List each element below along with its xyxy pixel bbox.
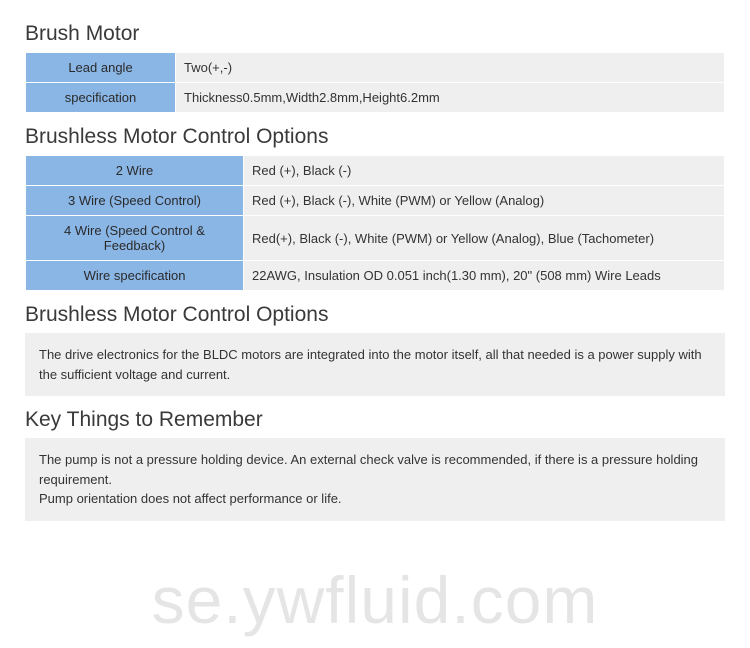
row-value: Two(+,-) bbox=[176, 53, 725, 83]
section3-title: Brushless Motor Control Options bbox=[25, 303, 725, 327]
row-label: Lead angle bbox=[26, 53, 176, 83]
section4-title: Key Things to Remember bbox=[25, 408, 725, 432]
row-value: Red (+), Black (-) bbox=[244, 156, 725, 186]
info-line: The pump is not a pressure holding devic… bbox=[39, 450, 711, 489]
info-line: Pump orientation does not affect perform… bbox=[39, 489, 711, 509]
brushless-motor-table: 2 Wire Red (+), Black (-) 3 Wire (Speed … bbox=[25, 155, 725, 291]
row-value: Red (+), Black (-), White (PWM) or Yello… bbox=[244, 186, 725, 216]
row-label: Wire specification bbox=[26, 261, 244, 291]
row-value: Red(+), Black (-), White (PWM) or Yellow… bbox=[244, 216, 725, 261]
row-label: 3 Wire (Speed Control) bbox=[26, 186, 244, 216]
table-row: specification Thickness0.5mm,Width2.8mm,… bbox=[26, 83, 725, 113]
row-value: 22AWG, Insulation OD 0.051 inch(1.30 mm)… bbox=[244, 261, 725, 291]
info-box-key-things: The pump is not a pressure holding devic… bbox=[25, 438, 725, 521]
info-box-electronics: The drive electronics for the BLDC motor… bbox=[25, 333, 725, 396]
section2-title: Brushless Motor Control Options bbox=[25, 125, 725, 149]
row-label: 4 Wire (Speed Control & Feedback) bbox=[26, 216, 244, 261]
table-row: Lead angle Two(+,-) bbox=[26, 53, 725, 83]
table-row: 2 Wire Red (+), Black (-) bbox=[26, 156, 725, 186]
table-row: 3 Wire (Speed Control) Red (+), Black (-… bbox=[26, 186, 725, 216]
row-value: Thickness0.5mm,Width2.8mm,Height6.2mm bbox=[176, 83, 725, 113]
watermark-text: se.ywfluid.com bbox=[0, 562, 750, 638]
table-row: 4 Wire (Speed Control & Feedback) Red(+)… bbox=[26, 216, 725, 261]
row-label: specification bbox=[26, 83, 176, 113]
brush-motor-table: Lead angle Two(+,-) specification Thickn… bbox=[25, 52, 725, 113]
row-label: 2 Wire bbox=[26, 156, 244, 186]
section1-title: Brush Motor bbox=[25, 22, 725, 46]
table-row: Wire specification 22AWG, Insulation OD … bbox=[26, 261, 725, 291]
